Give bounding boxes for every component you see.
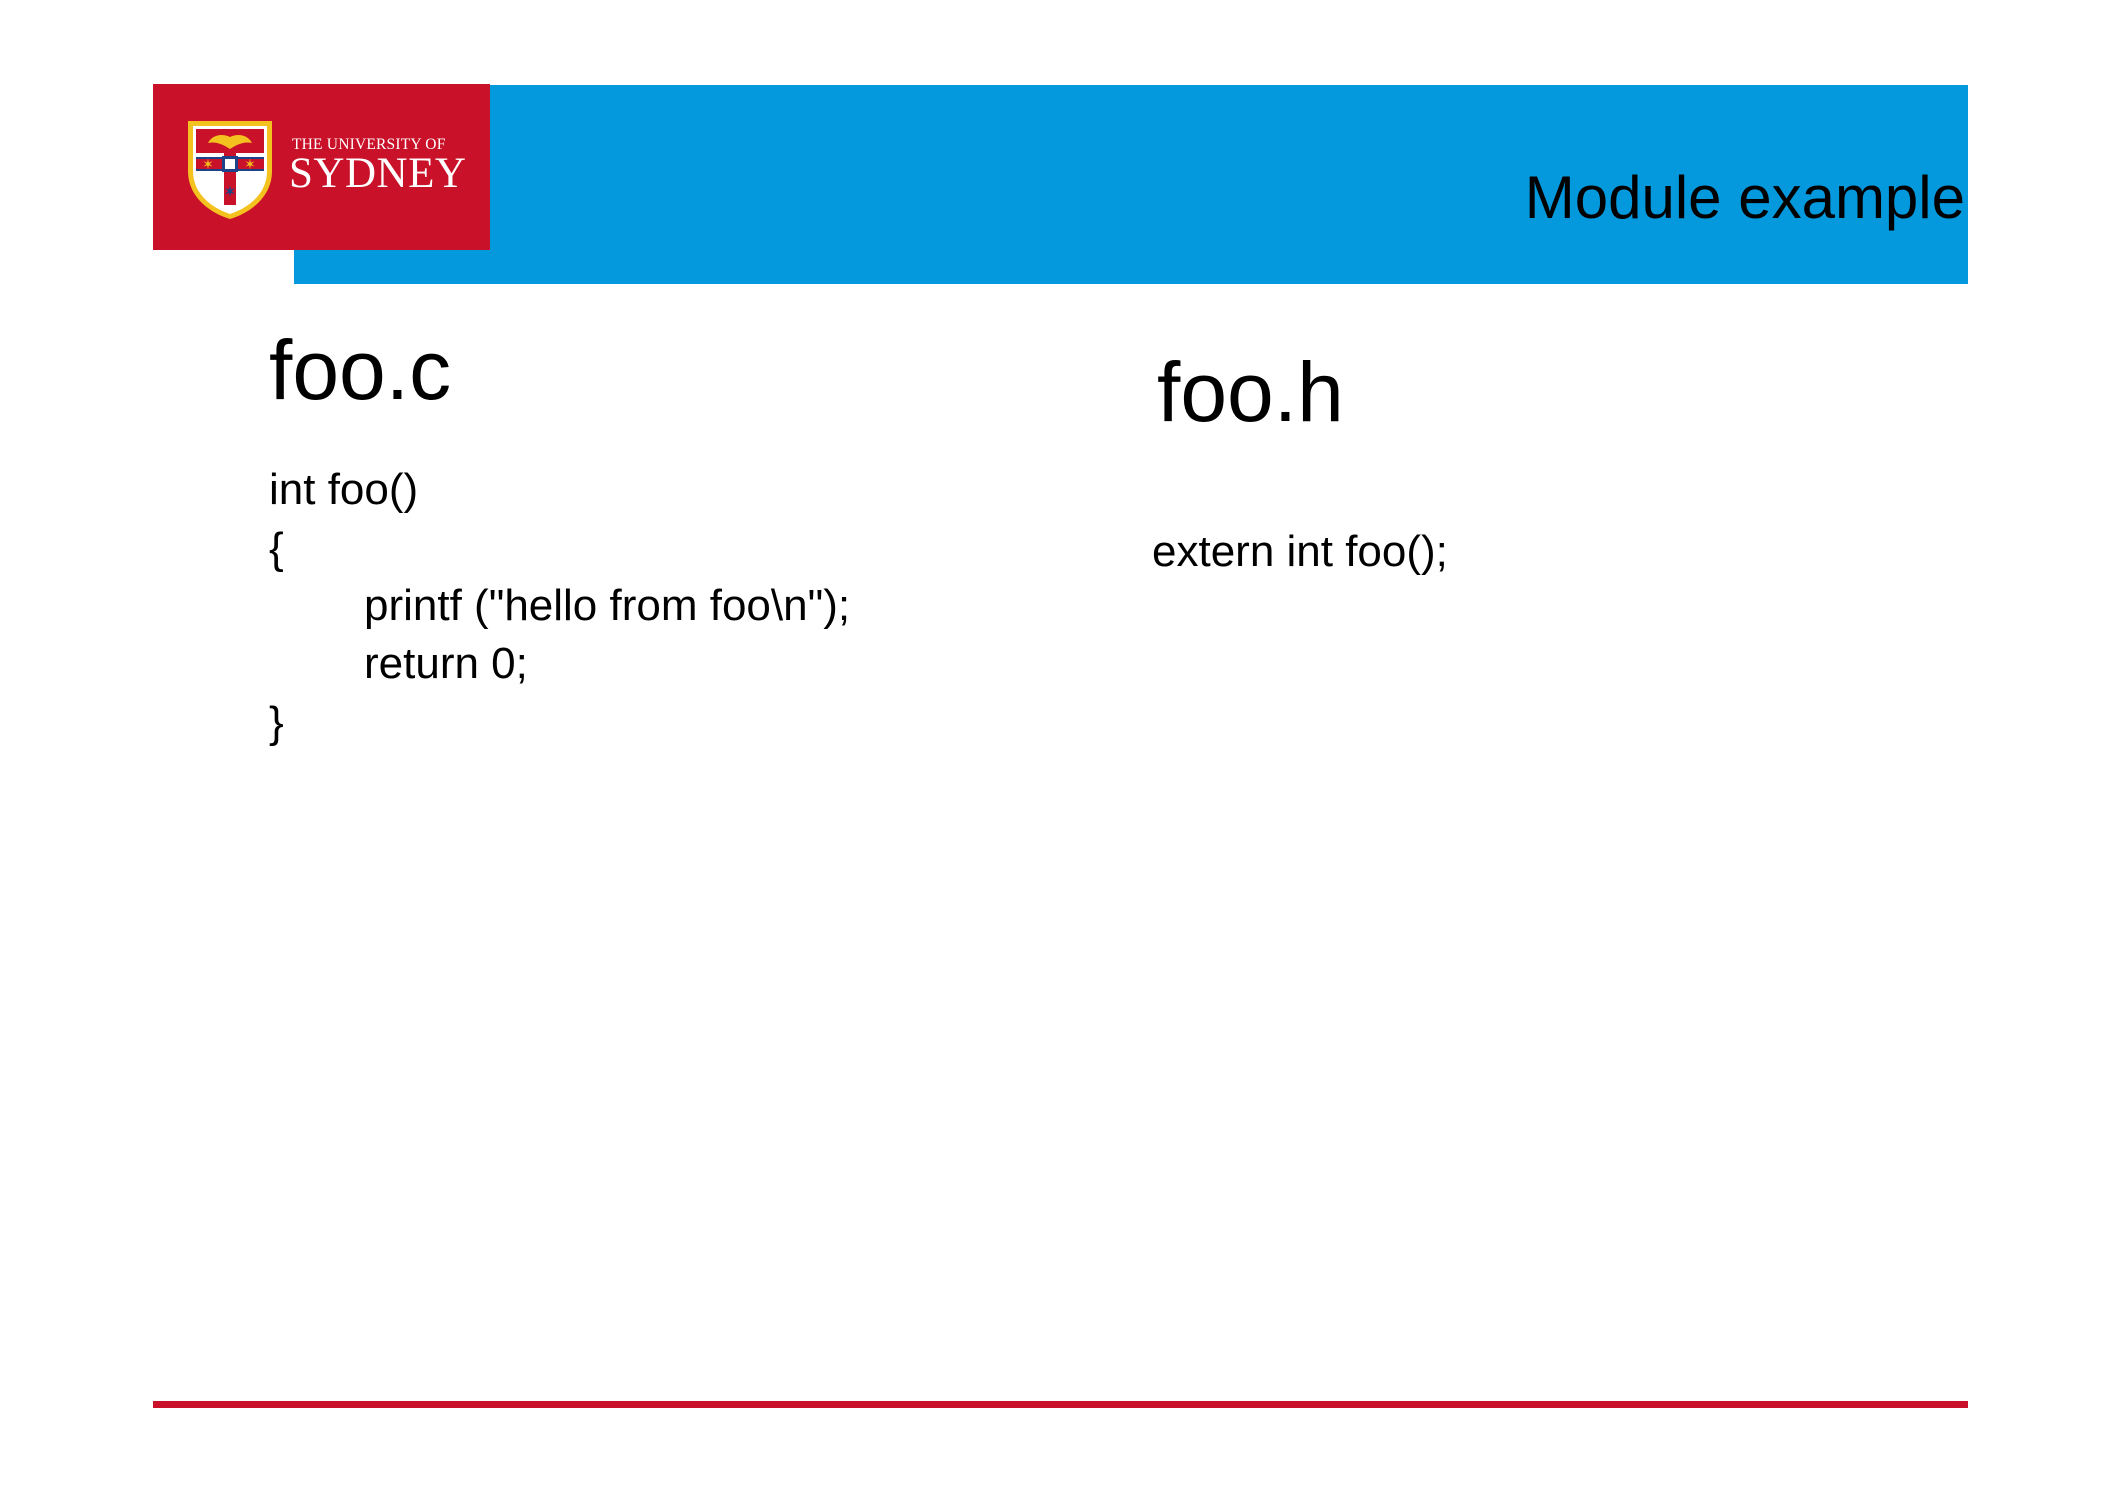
logo-text-sydney: SYDNEY [289,150,467,197]
code-line: return 0; [364,639,528,688]
university-crest-icon: ✶ ✶ ✶ [188,121,272,219]
slide-title: Module example [1524,164,1965,231]
code-line: { [269,524,284,573]
foo-c-heading: foo.c [269,323,452,417]
university-logo: ✶ ✶ ✶ THE UNIVERSITY OF SYDNEY [153,84,490,250]
code-line: extern int foo(); [1152,527,1448,576]
footer-rule [153,1401,1968,1408]
code-line: int foo() [269,465,419,514]
foo-h-heading: foo.h [1157,345,1344,439]
code-line: } [269,698,284,747]
svg-text:✶: ✶ [244,157,256,173]
svg-text:✶: ✶ [202,157,214,173]
code-line: printf ("hello from foo\n"); [364,581,851,630]
svg-text:✶: ✶ [223,182,236,201]
